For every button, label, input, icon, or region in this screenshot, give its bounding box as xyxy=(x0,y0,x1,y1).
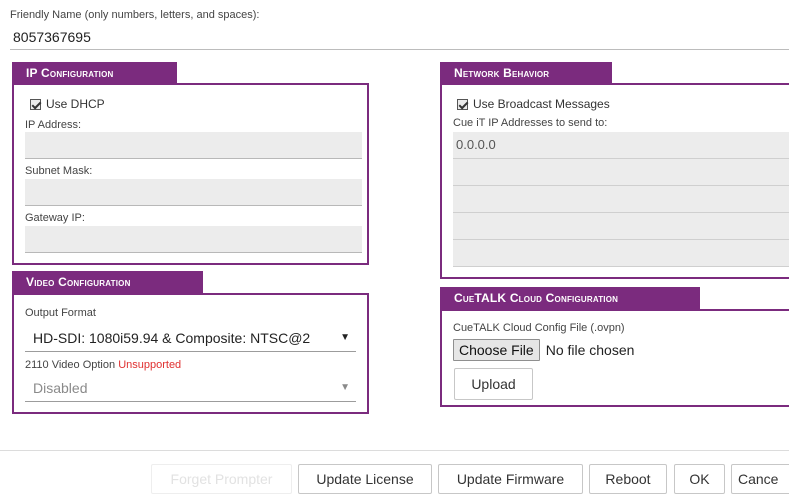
ok-button[interactable]: OK xyxy=(674,464,725,494)
use-broadcast-label: Use Broadcast Messages xyxy=(473,97,610,111)
network-behavior-title: Network Behavior xyxy=(454,66,550,80)
dropdown-arrow-icon: ▼ xyxy=(340,382,350,393)
addresses-label: Cue iT IP Addresses to send to: xyxy=(453,117,608,129)
video-configuration-panel: Output Format HD-SDI: 1080i59.94 & Compo… xyxy=(12,293,369,414)
dropdown-arrow-icon: ▼ xyxy=(340,332,350,343)
footer-divider xyxy=(0,450,789,451)
reboot-button[interactable]: Reboot xyxy=(589,464,667,494)
output-format-value: HD-SDI: 1080i59.94 & Composite: NTSC@2 xyxy=(33,330,311,346)
option-2110-select: Disabled ▼ xyxy=(25,376,356,402)
upload-button[interactable]: Upload xyxy=(454,368,533,400)
use-broadcast-checkbox[interactable] xyxy=(457,98,468,110)
address-row[interactable]: 0.0.0.0 xyxy=(453,132,789,159)
update-license-button[interactable]: Update License xyxy=(298,464,432,494)
ip-configuration-title: IP Configuration xyxy=(26,66,114,80)
network-behavior-tab: Network Behavior xyxy=(440,62,612,84)
gateway-ip-input[interactable] xyxy=(25,226,362,253)
output-format-select[interactable]: HD-SDI: 1080i59.94 & Composite: NTSC@2 ▼ xyxy=(25,326,356,352)
ip-configuration-panel: Use DHCP IP Address: Subnet Mask: Gatewa… xyxy=(12,83,369,265)
subnet-mask-label: Subnet Mask: xyxy=(25,165,93,177)
addresses-list: 0.0.0.0 xyxy=(453,132,789,267)
address-row[interactable] xyxy=(453,240,789,267)
video-configuration-tab: Video Configuration xyxy=(12,271,203,293)
file-picker: Choose File No file chosen xyxy=(453,339,634,361)
choose-file-button[interactable]: Choose File xyxy=(453,339,540,361)
option-2110-label-row: 2110 Video Option Unsupported xyxy=(25,359,181,371)
friendly-name-label: Friendly Name (only numbers, letters, an… xyxy=(10,9,260,21)
cuetalk-title: CueTALK Cloud Configuration xyxy=(454,291,619,305)
update-firmware-button[interactable]: Update Firmware xyxy=(438,464,583,494)
subnet-mask-input[interactable] xyxy=(25,179,362,206)
ip-address-label: IP Address: xyxy=(25,119,82,131)
network-behavior-panel: Use Broadcast Messages Cue iT IP Address… xyxy=(440,83,789,279)
use-dhcp-label: Use DHCP xyxy=(46,97,105,111)
option-2110-label: 2110 Video Option xyxy=(25,359,116,371)
friendly-name-input[interactable]: 8057367695 xyxy=(10,25,789,50)
use-dhcp-checkbox[interactable] xyxy=(30,98,41,110)
cancel-button[interactable]: Cance xyxy=(731,464,789,494)
address-row[interactable] xyxy=(453,213,789,240)
address-row[interactable] xyxy=(453,186,789,213)
option-2110-value: Disabled xyxy=(33,380,88,396)
ip-address-input[interactable] xyxy=(25,132,362,159)
use-broadcast-row[interactable]: Use Broadcast Messages xyxy=(457,97,610,111)
video-configuration-title: Video Configuration xyxy=(26,275,131,289)
cuetalk-file-label: CueTALK Cloud Config File (.ovpn) xyxy=(453,322,625,334)
output-format-label: Output Format xyxy=(25,307,96,319)
address-row[interactable] xyxy=(453,159,789,186)
cuetalk-tab: CueTALK Cloud Configuration xyxy=(440,287,700,309)
unsupported-badge: Unsupported xyxy=(118,359,182,371)
no-file-text: No file chosen xyxy=(545,342,635,358)
use-dhcp-row[interactable]: Use DHCP xyxy=(30,97,105,111)
gateway-ip-label: Gateway IP: xyxy=(25,212,85,224)
ip-configuration-tab: IP Configuration xyxy=(12,62,177,84)
cuetalk-panel: CueTALK Cloud Config File (.ovpn) Choose… xyxy=(440,309,789,407)
forget-prompter-button: Forget Prompter xyxy=(151,464,292,494)
